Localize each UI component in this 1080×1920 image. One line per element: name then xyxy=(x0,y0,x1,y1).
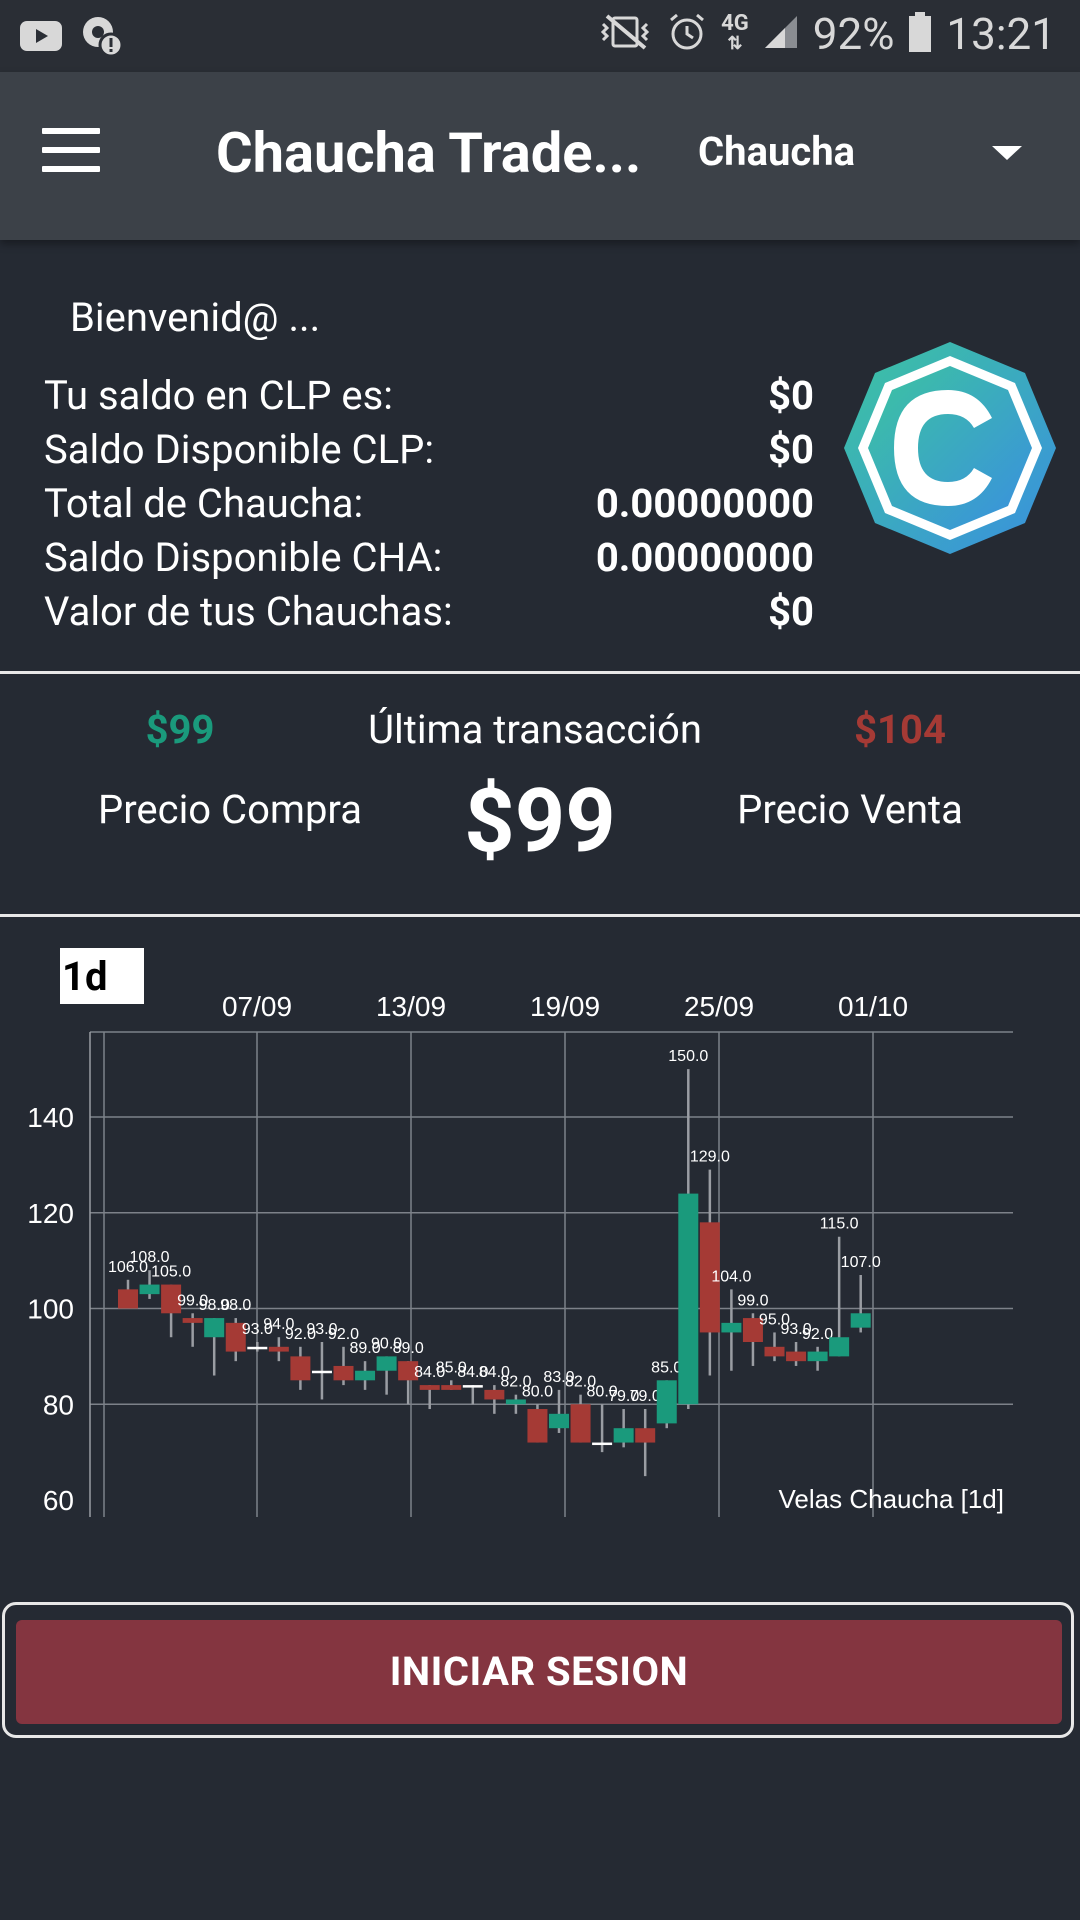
candle-body xyxy=(118,1289,138,1309)
sell-price-value: $104 xyxy=(854,706,946,753)
divider xyxy=(0,914,1080,917)
candle-body xyxy=(376,1356,397,1371)
4g-icon: 4G ⇅ xyxy=(721,11,749,54)
candle-high-label: 99.0 xyxy=(737,1292,768,1309)
candle-body xyxy=(311,1370,332,1374)
alarm-icon xyxy=(667,12,707,56)
candle-body xyxy=(204,1318,225,1338)
buy-price-label: Precio Compra xyxy=(98,786,362,833)
mute-vibrate-icon xyxy=(599,12,653,56)
network-type: 4G xyxy=(721,11,749,36)
balance-label: Saldo Disponible CLP: xyxy=(44,426,435,473)
sell-price-label: Precio Venta xyxy=(737,786,963,833)
status-bar: 4G ⇅ 92% 13:21 xyxy=(0,0,1080,72)
candle-body xyxy=(333,1365,354,1381)
balance-value: $0 xyxy=(768,588,814,635)
youtube-icon xyxy=(20,21,62,55)
x-tick-label: 07/09 xyxy=(222,991,292,1022)
balance-value: $0 xyxy=(768,372,814,419)
currency-spinner[interactable]: Chaucha xyxy=(698,114,1060,194)
candle-body xyxy=(635,1428,656,1443)
x-tick-label: 19/09 xyxy=(530,991,600,1022)
balance-value: 0.00000000 xyxy=(595,480,814,527)
menu-icon[interactable] xyxy=(42,128,100,172)
currency-spinner-label: Chaucha xyxy=(698,128,856,175)
balance-row-cha-available: Saldo Disponible CHA: 0.00000000 xyxy=(44,534,814,588)
candle-high-label: 150.0 xyxy=(668,1048,708,1065)
candle-body xyxy=(613,1428,634,1443)
candle-body xyxy=(829,1337,850,1357)
balance-row-cha-value: Valor de tus Chauchas: $0 xyxy=(44,588,814,642)
candle-body xyxy=(850,1313,871,1328)
balance-row-clp-available: Saldo Disponible CLP: $0 xyxy=(44,426,814,480)
candle-high-label: 107.0 xyxy=(841,1254,881,1271)
candle-body xyxy=(549,1413,569,1429)
candle-body xyxy=(764,1346,785,1357)
candle-body xyxy=(139,1284,160,1295)
app-toolbar: Chaucha Trade... Chaucha xyxy=(0,72,1080,240)
candle-body xyxy=(182,1318,203,1323)
welcome-text: Bienvenid@ ... xyxy=(70,294,321,341)
candle-body xyxy=(656,1380,677,1424)
last-transaction-label: Última transacción xyxy=(368,706,702,753)
y-tick-label: 140 xyxy=(27,1102,74,1133)
balance-label: Valor de tus Chauchas: xyxy=(44,588,453,635)
candle-body xyxy=(462,1385,483,1388)
candle-high-label: 104.0 xyxy=(711,1268,751,1285)
candle-high-label: 89.0 xyxy=(393,1340,424,1357)
y-tick-label: 120 xyxy=(27,1198,74,1229)
candle-body xyxy=(678,1193,699,1405)
clock: 13:21 xyxy=(946,8,1056,60)
login-button[interactable]: INICIAR SESION xyxy=(16,1620,1062,1724)
candle-body xyxy=(570,1404,591,1443)
last-transaction-price: $99 xyxy=(464,770,616,873)
balance-row-clp: Tu saldo en CLP es: $0 xyxy=(44,372,814,426)
balance-label: Tu saldo en CLP es: xyxy=(44,372,393,419)
battery-percent: 92% xyxy=(812,8,895,60)
x-tick-label: 13/09 xyxy=(376,991,446,1022)
chaucha-logo-icon xyxy=(842,340,1058,556)
balance-value: $0 xyxy=(768,426,814,473)
battery-icon xyxy=(908,12,932,56)
divider xyxy=(0,671,1080,674)
candle-body xyxy=(268,1346,289,1352)
y-tick-label: 60 xyxy=(43,1485,74,1516)
x-tick-label: 01/10 xyxy=(838,991,908,1022)
candle-body xyxy=(247,1346,268,1350)
candle-body xyxy=(807,1351,828,1362)
candle-high-label: 115.0 xyxy=(820,1216,859,1233)
candle-high-label: 79.0 xyxy=(630,1388,661,1405)
settings-alert-icon xyxy=(80,14,124,62)
candle-body xyxy=(484,1389,505,1400)
candle-body xyxy=(290,1356,311,1381)
candle-body xyxy=(592,1442,613,1446)
balance-row-cha-total: Total de Chaucha: 0.00000000 xyxy=(44,480,814,534)
candle-high-label: 105.0 xyxy=(151,1264,191,1281)
chart-description: Velas Chaucha [1d] xyxy=(779,1484,1005,1514)
balance-value: 0.00000000 xyxy=(595,534,814,581)
balance-label: Total de Chaucha: xyxy=(44,480,364,527)
x-tick-label: 25/09 xyxy=(684,991,754,1022)
candle-body xyxy=(786,1351,807,1362)
signal-icon xyxy=(763,14,799,54)
candle-body xyxy=(527,1409,548,1443)
y-tick-label: 80 xyxy=(43,1389,74,1420)
y-tick-label: 100 xyxy=(27,1294,74,1325)
candle-body xyxy=(355,1370,376,1381)
balance-label: Saldo Disponible CHA: xyxy=(44,534,443,581)
candle-body xyxy=(441,1385,462,1390)
candle-body xyxy=(419,1385,440,1390)
candlestick-chart[interactable]: 60 80 100 120 140 07/09 13/09 19/09 25/09 01/10 10… xyxy=(0,980,1080,1540)
candle-high-label: 85.0 xyxy=(651,1359,682,1376)
app-title: Chaucha Trade... xyxy=(216,120,642,186)
buy-price-value: $99 xyxy=(145,706,215,753)
candle-high-label: 98.0 xyxy=(220,1297,251,1314)
candle-high-label: 129.0 xyxy=(690,1149,730,1166)
dropdown-caret-icon xyxy=(992,146,1022,160)
candle-high-label: 92.0 xyxy=(802,1326,833,1343)
candle-body xyxy=(721,1322,742,1333)
